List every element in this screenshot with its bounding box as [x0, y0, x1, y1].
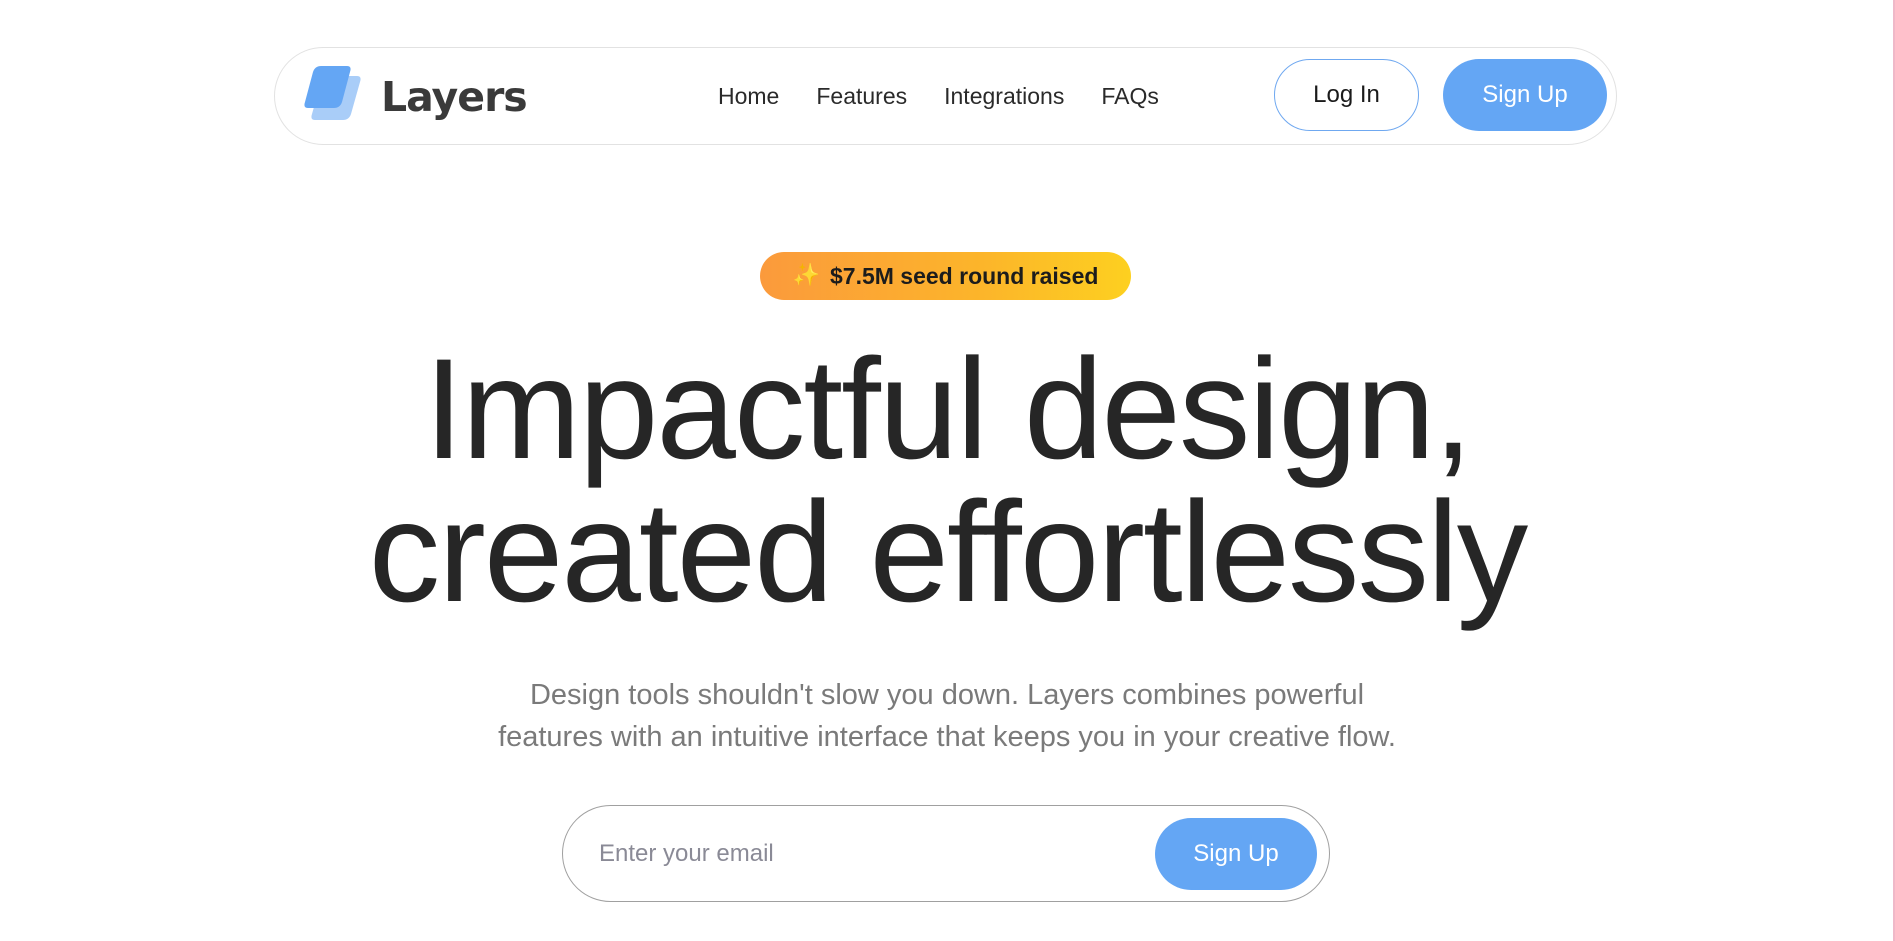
nav-signup-button[interactable]: Sign Up	[1443, 59, 1607, 131]
funding-badge: ✨ $7.5M seed round raised	[760, 252, 1131, 300]
layers-logo-icon	[299, 62, 369, 132]
landing-page: Layers Home Features Integrations FAQs L…	[0, 0, 1895, 941]
nav-links: Home Features Integrations FAQs	[718, 48, 1159, 144]
subtext-line-1: Design tools shouldn't slow you down. La…	[529, 679, 1365, 711]
navbar: Layers Home Features Integrations FAQs L…	[274, 47, 1617, 145]
headline-line-2: created effortlessly	[368, 473, 1529, 632]
email-signup-button[interactable]: Sign Up	[1155, 818, 1317, 890]
headline-line-1: Impactful design,	[423, 330, 1473, 489]
email-input[interactable]	[599, 830, 1139, 878]
login-button[interactable]: Log In	[1274, 59, 1419, 131]
brand-name: Layers	[381, 73, 528, 121]
nav-link-home[interactable]: Home	[718, 83, 779, 110]
hero-headline: Impactful design, created effortlessly	[0, 338, 1895, 624]
logo[interactable]: Layers	[299, 62, 528, 132]
badge-text: $7.5M seed round raised	[829, 262, 1099, 289]
subtext-line-2: features with an intuitive interface tha…	[498, 721, 1396, 753]
nav-link-faqs[interactable]: FAQs	[1101, 83, 1159, 110]
sparkles-icon: ✨	[792, 263, 820, 288]
email-signup-form: Sign Up	[562, 805, 1330, 902]
nav-link-integrations[interactable]: Integrations	[944, 83, 1064, 110]
hero-subtext: Design tools shouldn't slow you down. La…	[447, 674, 1447, 758]
nav-link-features[interactable]: Features	[816, 83, 907, 110]
